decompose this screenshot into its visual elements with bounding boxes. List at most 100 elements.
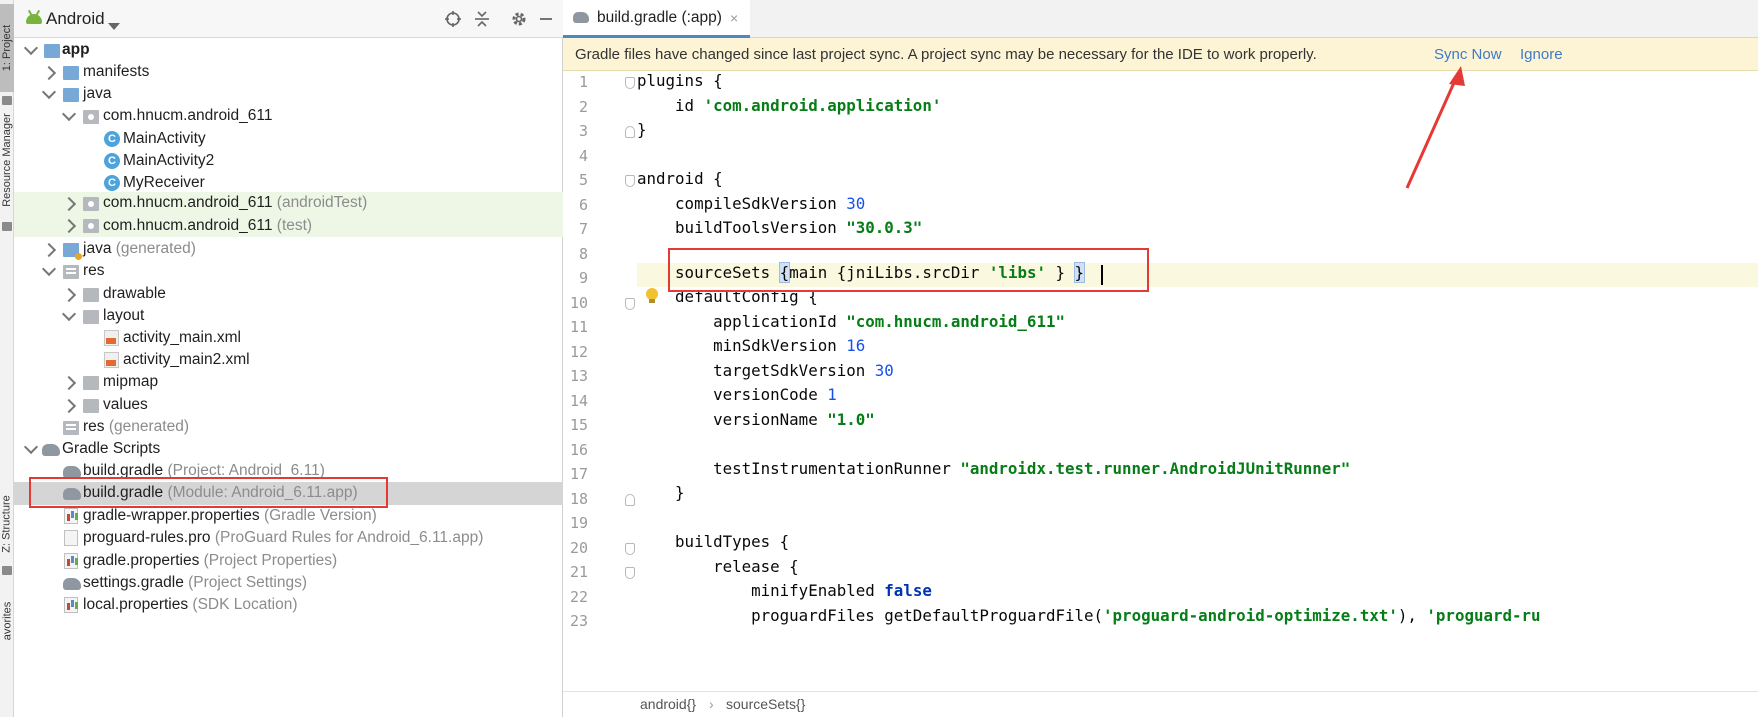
code-editor[interactable]: plugins { id 'com.android.application' }…: [637, 71, 1758, 691]
tab-build-gradle-app[interactable]: build.gradle (:app) ×: [563, 0, 751, 38]
chevron-right-icon[interactable]: [61, 218, 77, 234]
collapse-icon[interactable]: [473, 9, 491, 29]
project-panel-header: Android: [14, 0, 563, 38]
line-number: 9: [578, 269, 588, 287]
code-line-10: defaultConfig {: [637, 287, 818, 306]
breadcrumb-sourcesets[interactable]: sourceSets{}: [726, 696, 805, 712]
properties-file-icon: [64, 597, 78, 613]
chevron-right-icon[interactable]: [61, 375, 77, 390]
tree-item-package[interactable]: com.hnucm.android_611: [14, 104, 563, 129]
package-icon: [83, 197, 99, 211]
line-number: 19: [569, 514, 588, 532]
code-line-9: sourceSets {main {jniLibs.srcDir 'libs' …: [637, 262, 1758, 287]
chevron-right-icon[interactable]: [41, 242, 57, 257]
line-number: 7: [578, 220, 588, 238]
sync-now-link[interactable]: Sync Now: [1434, 46, 1502, 63]
code-line-23: proguardFiles getDefaultProguardFile('pr…: [637, 605, 1541, 625]
code-line-18: }: [637, 483, 685, 502]
code-line-22: minifyEnabled false: [637, 581, 932, 600]
code-line-21: release {: [637, 556, 799, 576]
project-tool-tab[interactable]: 1: Project: [0, 4, 14, 92]
folder-icon: [83, 399, 99, 413]
chevron-right-icon[interactable]: [61, 398, 77, 413]
tree-item-local-properties[interactable]: local.properties (SDK Location): [14, 593, 563, 618]
chevron-down-icon[interactable]: [23, 439, 39, 455]
code-line-2: id 'com.android.application': [637, 95, 942, 115]
line-number: 3: [578, 122, 588, 140]
chevron-down-icon[interactable]: [108, 16, 120, 36]
line-number: 17: [569, 465, 588, 483]
minimize-icon[interactable]: [538, 9, 554, 29]
line-number: 20: [569, 538, 588, 557]
chevron-down-icon[interactable]: [61, 306, 77, 322]
view-selector[interactable]: Android: [46, 9, 105, 29]
chevron-down-icon[interactable]: [41, 84, 57, 100]
line-number: 6: [578, 195, 588, 214]
fold-marker-icon[interactable]: [625, 297, 635, 310]
fold-marker-icon[interactable]: [625, 77, 635, 89]
structure-tool-tab[interactable]: Z: Structure: [0, 488, 14, 560]
project-panel: Android app manifests java com.hnucm.and…: [14, 0, 563, 717]
ignore-link[interactable]: Ignore: [1520, 46, 1563, 63]
tree-item-mipmap[interactable]: mipmap: [14, 370, 563, 395]
line-number: 8: [578, 244, 588, 263]
line-number: 4: [578, 146, 588, 165]
android-icon: [26, 9, 42, 29]
tree-item-build-gradle-project[interactable]: build.gradle (Project: Android_6.11): [14, 459, 563, 484]
code-line-20: buildTypes {: [637, 532, 790, 551]
text-file-icon: [64, 530, 78, 546]
gear-icon[interactable]: [510, 9, 528, 29]
code-line-1: plugins {: [637, 71, 723, 90]
line-number: 21: [569, 563, 588, 581]
chevron-down-icon[interactable]: [61, 106, 77, 122]
crosshair-icon[interactable]: [444, 9, 462, 29]
chevron-down-icon[interactable]: [41, 261, 57, 277]
chevron-down-icon[interactable]: [23, 40, 39, 56]
code-line-13: targetSdkVersion 30: [637, 360, 894, 380]
favorites-tool-tab[interactable]: avorites: [0, 596, 14, 646]
xml-file-icon: [104, 330, 119, 346]
line-number: 5: [578, 171, 588, 189]
fold-marker-icon[interactable]: [625, 175, 635, 187]
code-line-7: buildToolsVersion "30.0.3": [637, 218, 923, 237]
tree-item-res[interactable]: res: [14, 259, 563, 284]
fold-marker-icon[interactable]: [625, 493, 635, 506]
tree-item-package-test[interactable]: com.hnucm.android_611 (test): [14, 215, 563, 237]
line-number: 15: [569, 416, 588, 434]
chevron-right-icon[interactable]: [41, 65, 57, 80]
close-icon[interactable]: ×: [730, 10, 738, 26]
line-number-gutter: 1 2 3 4 5 6 7 8 9 10 11 12 13 14 15 16 17 18 19 20 21 22 23: [563, 71, 635, 691]
fold-marker-icon[interactable]: [625, 542, 635, 555]
sync-notification-bar: Gradle files have changed since last pro…: [563, 38, 1758, 71]
chevron-right-icon[interactable]: [61, 196, 77, 211]
folder-icon: [83, 288, 99, 302]
properties-file-icon: [64, 553, 78, 569]
tree-item-proguard-rules[interactable]: proguard-rules.pro (ProGuard Rules for A…: [14, 526, 563, 551]
tree-item-package-androidtest[interactable]: com.hnucm.android_611 (androidTest): [14, 192, 563, 215]
fold-marker-icon[interactable]: [625, 126, 635, 138]
resource-icon: [2, 222, 12, 231]
breadcrumb-separator: ›: [709, 696, 714, 712]
line-number: 2: [578, 97, 588, 116]
breadcrumb-android[interactable]: android{}: [640, 696, 696, 712]
code-line-3: }: [637, 120, 647, 139]
class-icon: C: [104, 175, 120, 191]
tree-item-build-gradle-module[interactable]: build.gradle (Module: Android_6.11.app): [14, 482, 563, 505]
res-folder-icon: [63, 421, 79, 435]
line-number: 11: [569, 318, 588, 336]
properties-file-icon: [64, 508, 78, 524]
chevron-right-icon[interactable]: [61, 287, 77, 302]
resource-manager-tab[interactable]: Resource Manager: [0, 104, 14, 216]
package-icon: [83, 219, 99, 233]
folder-icon: [63, 88, 79, 102]
line-number: 18: [569, 489, 588, 508]
structure-icon: [2, 566, 12, 575]
breadcrumb-bar: android{} › sourceSets{}: [563, 691, 1758, 717]
res-folder-icon: [63, 265, 79, 279]
gradle-icon: [63, 578, 81, 590]
code-line-12: minSdkVersion 16: [637, 336, 866, 355]
code-line-15: versionName "1.0": [637, 409, 875, 429]
fold-marker-icon[interactable]: [625, 567, 635, 579]
code-line-14: versionCode 1: [637, 385, 837, 404]
code-line-11: applicationId "com.hnucm.android_611": [637, 311, 1065, 331]
